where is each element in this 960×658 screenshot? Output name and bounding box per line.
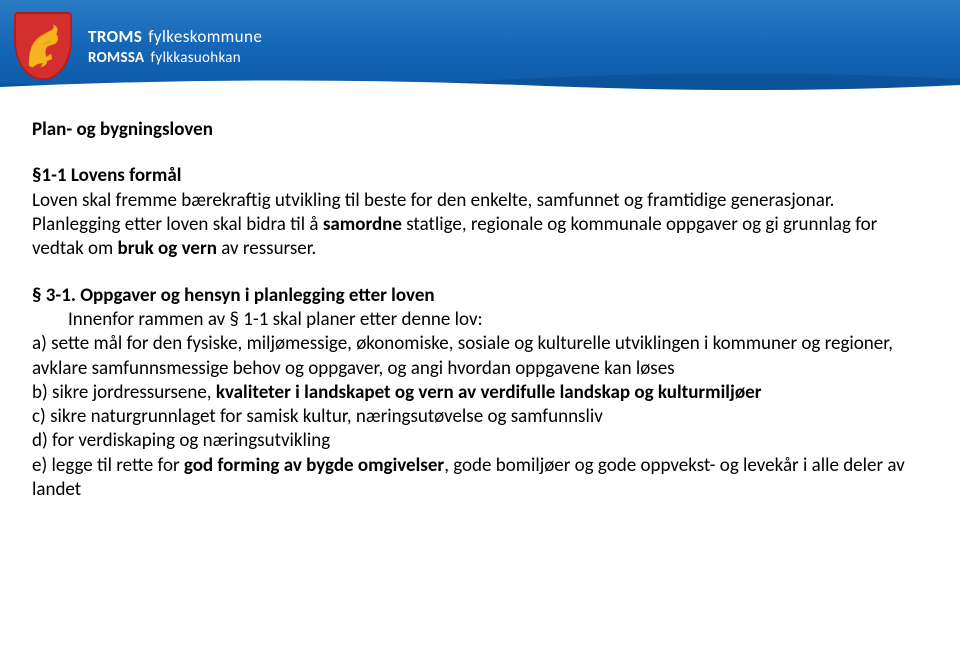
- page-header: TROMS fylkeskommune ROMSSA fylkkasuohkan: [0, 0, 960, 92]
- section3-c: c) sikre naturgrunnlaget for samisk kult…: [32, 405, 928, 429]
- section3-b-bold: kvaliteter i landskapet og vern av verdi…: [216, 381, 762, 404]
- section3-b: b) sikre jordressursene, kvaliteter i la…: [32, 381, 928, 405]
- section1-p2e: av ressurser.: [217, 237, 316, 260]
- section1-p1: Loven skal fremme bærekraftig utvikling …: [32, 189, 928, 213]
- section3-a: a) sette mål for den fysiske, miljømessi…: [32, 332, 928, 381]
- header-org-no: TROMS fylkeskommune: [88, 26, 262, 47]
- section3-b-pre: b) sikre jordressursene,: [32, 381, 216, 404]
- header-swoosh: [0, 69, 960, 93]
- header-org-se-suffix: fylkkasuohkan: [150, 49, 241, 67]
- section1-heading: §1-1 Lovens formål: [32, 164, 928, 188]
- section3-e-pre: e) legge til rette for: [32, 454, 184, 477]
- section1-p2a: Planlegging etter loven skal bidra til å: [32, 213, 323, 236]
- section3-d: d) for verdiskaping og næringsutvikling: [32, 429, 928, 453]
- section3-heading: § 3-1. Oppgaver og hensyn i planlegging …: [32, 284, 928, 308]
- section3-intro: Innenfor rammen av § 1-1 skal planer ett…: [32, 308, 928, 332]
- header-org-no-suffix: fylkeskommune: [148, 26, 262, 47]
- header-org-no-name: TROMS: [88, 26, 142, 47]
- header-text: TROMS fylkeskommune ROMSSA fylkkasuohkan: [88, 26, 262, 67]
- section1-p2d: bruk og vern: [118, 237, 217, 260]
- document-body: Plan- og bygningsloven §1-1 Lovens formå…: [0, 92, 960, 512]
- header-org-se: ROMSSA fylkkasuohkan: [88, 49, 262, 67]
- header-org-se-name: ROMSSA: [88, 49, 144, 67]
- document-title: Plan- og bygningsloven: [32, 118, 928, 142]
- griffin-icon: [23, 23, 63, 69]
- section1-p2: Planlegging etter loven skal bidra til å…: [32, 213, 928, 262]
- section3-e: e) legge til rette for god forming av by…: [32, 454, 928, 503]
- section1-p2b: samordne: [323, 213, 402, 236]
- section3-e-bold: god forming av bygde omgivelser: [184, 454, 444, 477]
